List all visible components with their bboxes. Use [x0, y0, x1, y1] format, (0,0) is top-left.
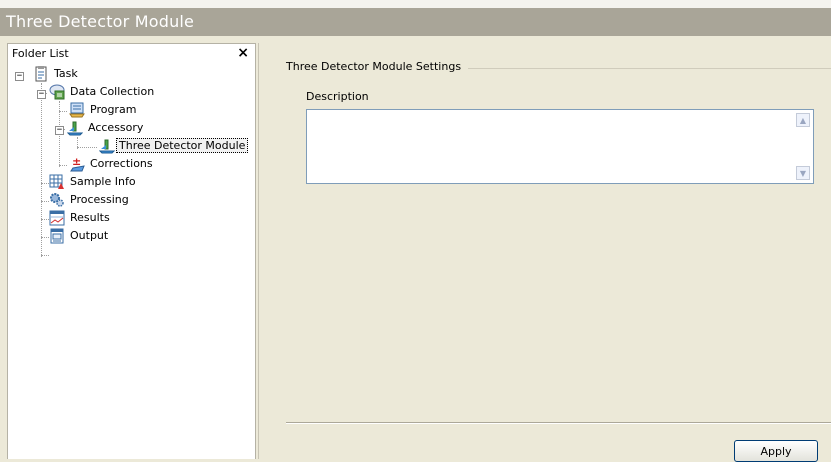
tree-item-results[interactable]: Results: [68, 209, 112, 227]
tree-connector: [77, 147, 97, 148]
data-collection-icon: [49, 84, 65, 100]
tree-item-task[interactable]: Task: [52, 65, 80, 83]
tree-item-program[interactable]: Program: [88, 101, 138, 119]
tree-item-three-detector-module[interactable]: Three Detector Module: [116, 137, 249, 155]
group-divider: [468, 68, 831, 69]
collapse-toggle[interactable]: −: [37, 90, 46, 99]
sample-info-icon: [49, 174, 65, 190]
tree-connector: [41, 201, 49, 202]
svg-text:±: ±: [72, 156, 81, 168]
folder-list-title: Folder List: [12, 47, 69, 60]
output-icon: [49, 228, 65, 244]
scroll-down-icon[interactable]: ▼: [796, 166, 810, 180]
corrections-icon: ±: [69, 155, 85, 172]
tree-connector: [41, 219, 49, 220]
settings-panel: Three Detector Module Settings Descripti…: [258, 43, 831, 462]
results-icon: [49, 210, 65, 226]
description-field[interactable]: ▲ ▼: [306, 109, 814, 184]
close-icon[interactable]: ×: [237, 45, 249, 61]
tree-item-output[interactable]: Output: [68, 227, 110, 245]
collapse-toggle[interactable]: −: [55, 126, 64, 135]
folder-tree: − Task − Data Collection Program − Acces…: [8, 62, 255, 462]
settings-group-title: Three Detector Module Settings: [286, 60, 462, 73]
tree-item-sample-info[interactable]: Sample Info: [68, 173, 138, 191]
tree-connector: [59, 111, 67, 112]
tree-connector: [41, 183, 49, 184]
tree-connector: [41, 237, 49, 238]
top-strip: [0, 0, 831, 8]
accessory-icon: [66, 120, 84, 136]
description-label: Description: [306, 90, 369, 103]
tree-item-data-collection[interactable]: Data Collection: [68, 83, 156, 101]
module-title-bar: Three Detector Module: [0, 8, 831, 36]
tree-connector: [41, 83, 42, 257]
footer-separator: [286, 422, 831, 424]
module-title: Three Detector Module: [6, 12, 195, 31]
scroll-up-icon[interactable]: ▲: [796, 113, 810, 127]
accessory-icon: [98, 138, 116, 154]
collapse-toggle[interactable]: −: [15, 72, 24, 81]
tree-item-corrections[interactable]: Corrections: [88, 155, 155, 173]
tree-connector: [59, 165, 67, 166]
folder-list-pane: Folder List × − Task − Data Collection P…: [7, 43, 256, 459]
program-icon: [69, 102, 85, 118]
tree-item-processing[interactable]: Processing: [68, 191, 131, 209]
processing-icon: [49, 192, 65, 208]
tree-item-accessory[interactable]: Accessory: [86, 119, 145, 137]
task-icon: [33, 66, 49, 82]
folder-list-header: Folder List ×: [8, 44, 255, 62]
tree-connector: [41, 255, 49, 256]
